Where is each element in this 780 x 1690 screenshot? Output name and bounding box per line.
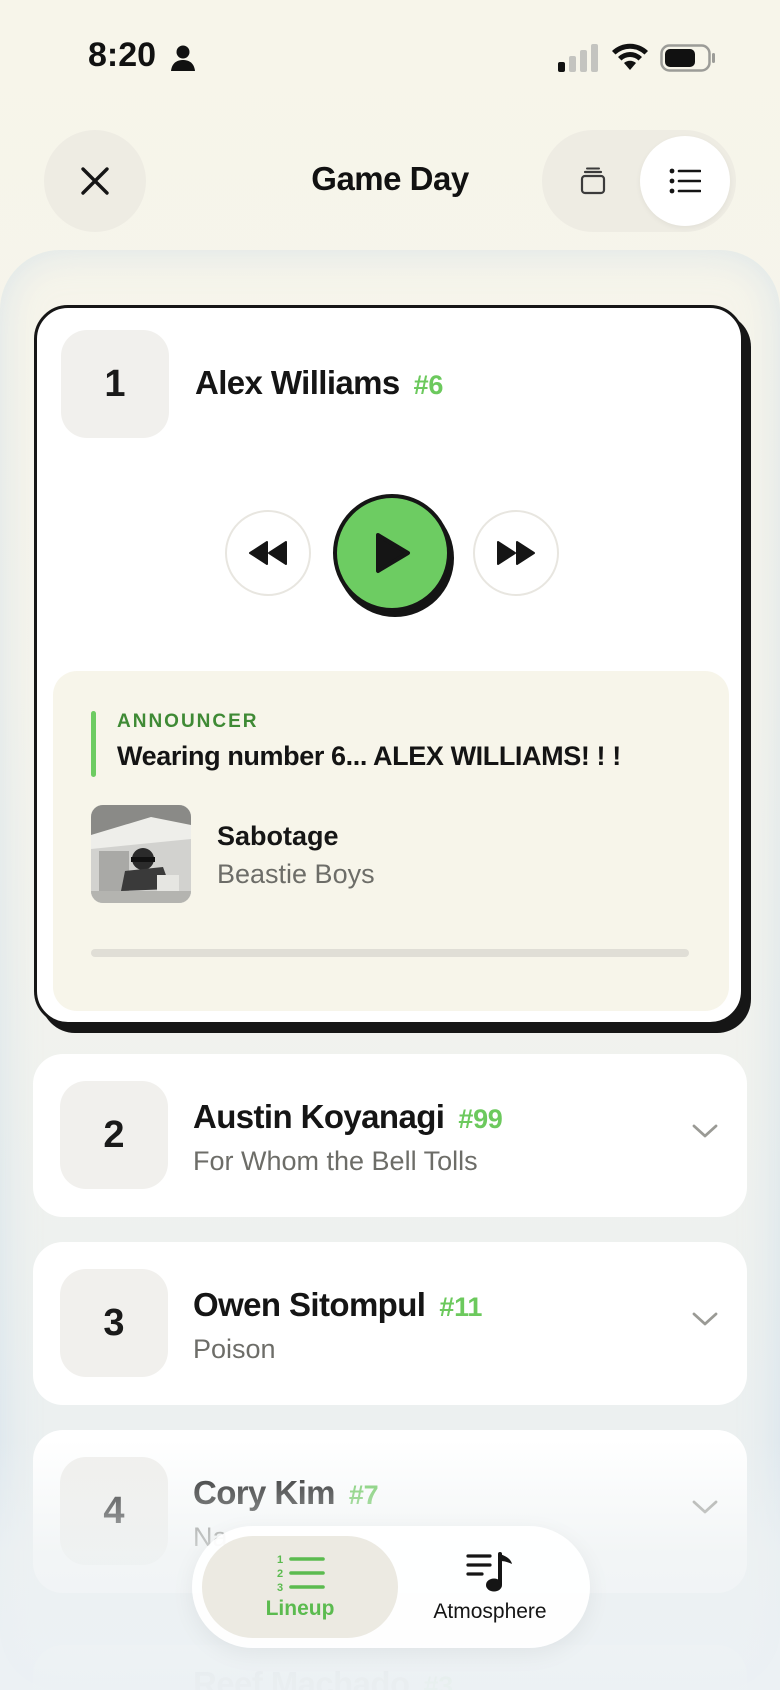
walkup-song: Poison	[193, 1334, 276, 1364]
close-button[interactable]	[44, 130, 146, 232]
batting-order-badge: 3	[60, 1269, 168, 1377]
song-title: Sabotage	[217, 821, 339, 851]
lineup-row[interactable]: 3 Owen Sitompul #11 Poison	[33, 1242, 747, 1405]
walkup-song: For Whom the Bell Tolls	[193, 1146, 478, 1176]
announcer-panel: ANNOUNCER Wearing number 6... ALEX WILLI…	[53, 671, 729, 1011]
announcer-text: Wearing number 6... ALEX WILLIAMS! ! !	[117, 741, 621, 771]
clock-time: 8:20	[88, 36, 157, 74]
fast-forward-icon	[497, 541, 535, 565]
batting-order-badge: 2	[60, 1081, 168, 1189]
player-name: Owen Sitompul #11	[193, 1286, 482, 1324]
tab-atmosphere-label: Atmosphere	[433, 1600, 547, 1623]
status-bar: 8:20	[0, 0, 780, 115]
tab-bar: 1 2 3 Lineup Atmosphere	[192, 1526, 590, 1648]
chevron-down-icon[interactable]	[691, 1498, 719, 1516]
numbered-list-icon: 1 2 3	[277, 1554, 325, 1593]
page-title: Game Day	[311, 160, 469, 197]
wifi-icon	[612, 43, 648, 70]
player-name-text: Owen Sitompul	[193, 1286, 426, 1323]
player-name: Alex Williams #6	[195, 364, 443, 402]
fast-forward-button[interactable]	[473, 510, 559, 596]
player-name-text: Cory Kim	[193, 1474, 336, 1511]
list-view-button[interactable]	[640, 136, 730, 226]
announcer-accent-bar	[91, 711, 96, 777]
music-note-icon	[466, 1552, 512, 1592]
announcer-label: ANNOUNCER	[117, 711, 259, 732]
cards-view-button[interactable]	[542, 130, 644, 232]
svg-text:1: 1	[277, 1554, 283, 1566]
tab-lineup[interactable]: 1 2 3 Lineup	[202, 1536, 398, 1638]
app-screen: 8:20 Game Day 1 Alex Williams #6 ANNOUNC…	[0, 0, 780, 1690]
song-artist: Beastie Boys	[217, 859, 375, 889]
close-icon	[81, 167, 109, 195]
rewind-icon	[249, 541, 287, 565]
play-button[interactable]	[333, 494, 451, 612]
battery-icon	[660, 44, 715, 72]
lineup-row[interactable]: 2 Austin Koyanagi #99 For Whom the Bell T…	[33, 1054, 747, 1217]
svg-text:2: 2	[277, 1568, 283, 1580]
player-name: Reef Machado #3	[193, 1665, 453, 1690]
chevron-down-icon[interactable]	[691, 1310, 719, 1328]
svg-text:3: 3	[277, 1582, 283, 1593]
player-name: Cory Kim #7	[193, 1474, 379, 1512]
jersey-number: #11	[439, 1292, 483, 1322]
jersey-number: #99	[458, 1104, 503, 1134]
player-name: Austin Koyanagi #99	[193, 1098, 503, 1136]
jersey-number: #7	[348, 1480, 379, 1510]
list-icon	[669, 168, 701, 194]
rewind-button[interactable]	[225, 510, 311, 596]
view-mode-toggle	[542, 130, 736, 232]
batting-order-badge: 4	[60, 1457, 168, 1565]
album-art	[91, 805, 191, 903]
jersey-number: #3	[423, 1671, 454, 1690]
player-name-text: Alex Williams	[195, 364, 400, 401]
stack-icon	[580, 167, 606, 195]
play-icon	[376, 533, 410, 573]
batting-order-badge: 1	[61, 330, 169, 438]
jersey-number: #6	[413, 370, 444, 400]
lineup-row[interactable]: Reef Machado #3	[33, 1645, 747, 1690]
tab-atmosphere[interactable]: Atmosphere	[398, 1536, 582, 1638]
chevron-down-icon[interactable]	[691, 1122, 719, 1140]
active-player-card[interactable]: 1 Alex Williams #6 ANNOUNCER Wearing numb…	[34, 305, 744, 1025]
player-name-text: Reef Machado	[193, 1665, 410, 1690]
song-progress-bar[interactable]	[91, 949, 689, 957]
cellular-signal-icon	[558, 44, 598, 72]
player-name-text: Austin Koyanagi	[193, 1098, 445, 1135]
person-icon	[171, 45, 195, 71]
tab-lineup-label: Lineup	[265, 1597, 335, 1620]
